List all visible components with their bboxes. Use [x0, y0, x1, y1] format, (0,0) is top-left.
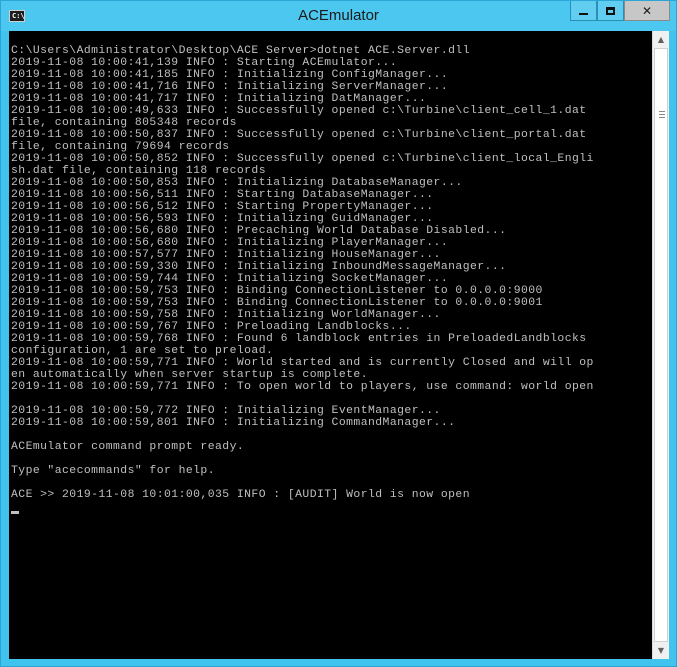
console-line: 2019-11-08 10:00:41,185 INFO : Initializ… [11, 69, 449, 81]
grip-icon [659, 111, 665, 119]
minimize-button[interactable] [570, 1, 597, 21]
vertical-scrollbar[interactable]: ▲ ▼ [652, 31, 669, 659]
window-controls: ✕ [570, 1, 670, 22]
console-line: C:\Users\Administrator\Desktop\ACE Serve… [11, 45, 470, 57]
console-line: 2019-11-08 10:00:59,771 INFO : World sta… [11, 357, 594, 369]
console-line: 2019-11-08 10:00:50,853 INFO : Initializ… [11, 177, 463, 189]
maximize-icon [606, 6, 615, 15]
console-line: 2019-11-08 10:00:49,633 INFO : Successfu… [11, 105, 587, 117]
chevron-up-icon: ▲ [657, 35, 665, 44]
console-line: Type "acecommands" for help. [11, 465, 215, 477]
console-line: 2019-11-08 10:00:56,511 INFO : Starting … [11, 189, 434, 201]
console-line: 2019-11-08 10:00:56,512 INFO : Starting … [11, 201, 434, 213]
console-line: sh.dat file, containing 118 records [11, 165, 266, 177]
console-line: 2019-11-08 10:00:56,680 INFO : Initializ… [11, 237, 449, 249]
text-cursor [11, 511, 19, 514]
console-line: 2019-11-08 10:00:59,758 INFO : Initializ… [11, 309, 441, 321]
console-line: 2019-11-08 10:00:56,593 INFO : Initializ… [11, 213, 434, 225]
scrollbar-thumb[interactable] [654, 48, 668, 642]
console-window: C:\ ACEmulator ✕ C:\Users\Administrator\… [0, 0, 677, 667]
scroll-down-button[interactable]: ▼ [653, 642, 669, 659]
console-line: 2019-11-08 10:00:56,680 INFO : Precachin… [11, 225, 507, 237]
console-line: 2019-11-08 10:00:41,139 INFO : Starting … [11, 57, 398, 69]
console-line: 2019-11-08 10:00:41,717 INFO : Initializ… [11, 93, 427, 105]
close-icon: ✕ [641, 3, 653, 18]
console-line: 2019-11-08 10:00:59,330 INFO : Initializ… [11, 261, 507, 273]
console-line: ACEmulator command prompt ready. [11, 441, 245, 453]
close-button[interactable]: ✕ [624, 1, 670, 21]
console-text: C:\Users\Administrator\Desktop\ACE Serve… [11, 45, 594, 501]
console-line: 2019-11-08 10:00:59,744 INFO : Initializ… [11, 273, 449, 285]
console-line: 2019-11-08 10:00:59,753 INFO : Binding C… [11, 285, 543, 297]
console-line: 2019-11-08 10:00:41,716 INFO : Initializ… [11, 81, 449, 93]
maximize-button[interactable] [597, 1, 624, 21]
console-line: 2019-11-08 10:00:59,772 INFO : Initializ… [11, 405, 441, 417]
console-line: 2019-11-08 10:00:59,801 INFO : Initializ… [11, 417, 456, 429]
console-line: file, containing 79694 records [11, 141, 230, 153]
console-line: 2019-11-08 10:00:57,577 INFO : Initializ… [11, 249, 441, 261]
console-line: 2019-11-08 10:00:50,837 INFO : Successfu… [11, 129, 587, 141]
console-line: 2019-11-08 10:00:59,753 INFO : Binding C… [11, 297, 543, 309]
scroll-up-button[interactable]: ▲ [653, 31, 669, 48]
console-line: en automatically when server startup is … [11, 369, 368, 381]
console-line: 2019-11-08 10:00:50,852 INFO : Successfu… [11, 153, 594, 165]
console-line: 2019-11-08 10:00:59,767 INFO : Preloadin… [11, 321, 412, 333]
chevron-down-icon: ▼ [657, 646, 665, 655]
console-line: 2019-11-08 10:00:59,768 INFO : Found 6 l… [11, 333, 587, 345]
minimize-icon [579, 12, 588, 15]
console-line: configuration, 1 are set to preload. [11, 345, 274, 357]
console-output[interactable]: C:\Users\Administrator\Desktop\ACE Serve… [9, 31, 652, 659]
console-line: 2019-11-08 10:00:59,771 INFO : To open w… [11, 381, 594, 393]
console-line: file, containing 805348 records [11, 117, 237, 129]
console-line: ACE >> 2019-11-08 10:01:00,035 INFO : [A… [11, 489, 470, 501]
title-bar[interactable]: C:\ ACEmulator ✕ [1, 1, 676, 31]
